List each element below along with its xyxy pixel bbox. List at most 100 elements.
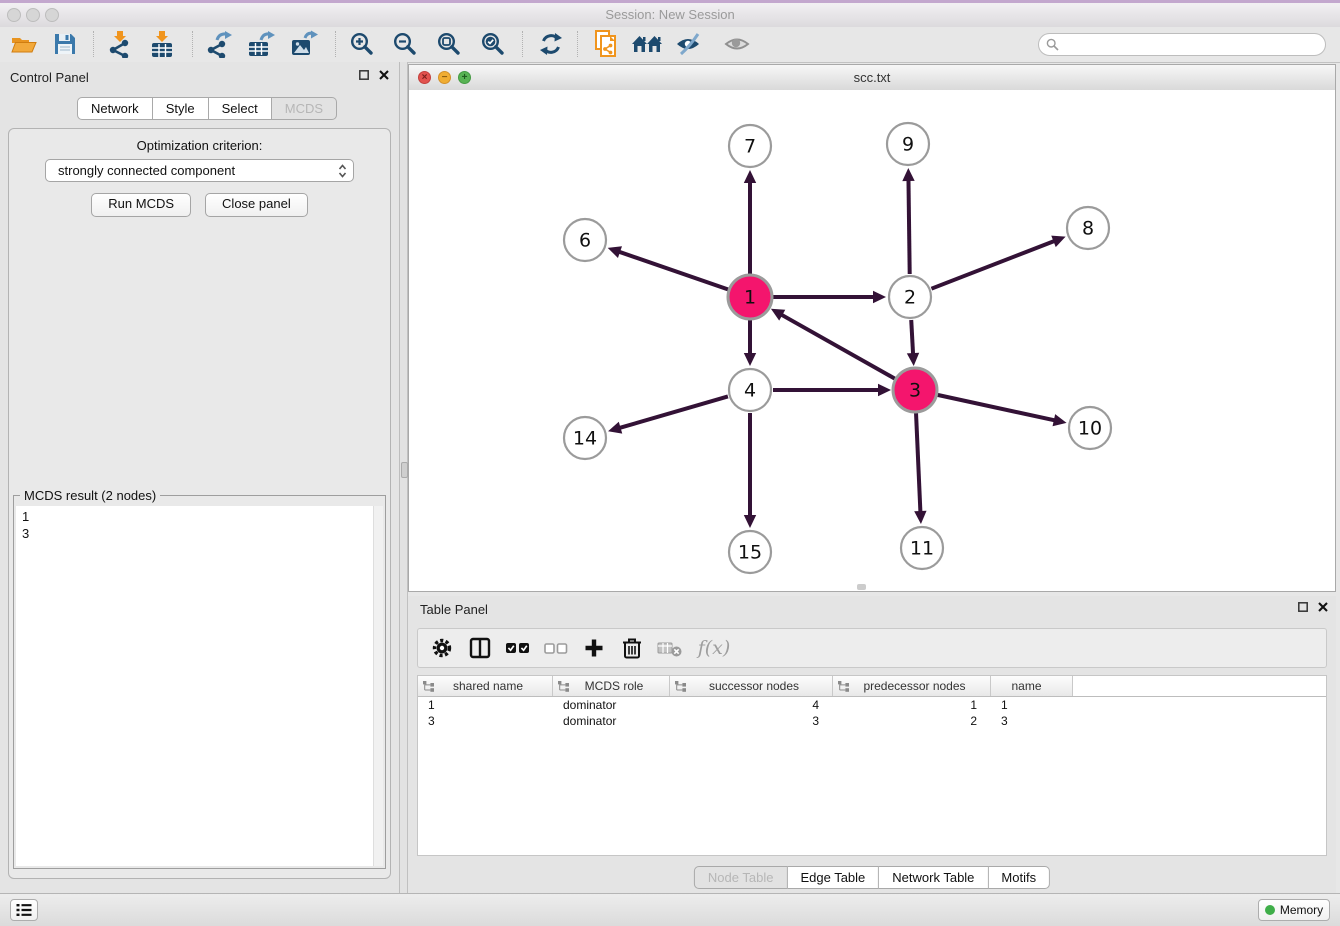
graph-edge-4-14[interactable] <box>619 396 728 428</box>
select-all-button[interactable] <box>504 635 532 661</box>
criterion-dropdown[interactable]: strongly connected component <box>45 159 354 182</box>
create-column-button[interactable] <box>580 635 608 661</box>
graph-node-15[interactable]: 15 <box>729 531 771 573</box>
graph-node-3[interactable]: 3 <box>893 368 937 412</box>
search-field[interactable] <box>1038 33 1326 56</box>
task-list-icon <box>16 903 32 917</box>
network-window-titlebar: × − + scc.txt <box>409 65 1335 91</box>
table-row[interactable]: 1dominator411 <box>418 697 1326 713</box>
tab-network-table[interactable]: Network Table <box>879 866 988 889</box>
graph-node-1[interactable]: 1 <box>728 275 772 319</box>
graph-node-label: 15 <box>738 542 762 564</box>
result-scrollbar[interactable] <box>373 506 383 866</box>
column-header-shared-name[interactable]: shared name <box>418 676 553 696</box>
graph-edge-arrowhead <box>907 353 919 366</box>
refresh-button[interactable] <box>533 29 569 59</box>
splitter-handle[interactable] <box>401 462 408 478</box>
zoom-out-button[interactable] <box>387 29 423 59</box>
open-session-button[interactable] <box>5 29 41 59</box>
graph-edge-3-10[interactable] <box>937 395 1055 421</box>
graph-edge-1-6[interactable] <box>618 251 728 289</box>
graph-node-9[interactable]: 9 <box>887 123 929 165</box>
table-row[interactable]: 3dominator323 <box>418 713 1326 729</box>
network-canvas[interactable]: 1 2 3 4 6 7 8 9 10 11 14 15 <box>409 90 1335 591</box>
table-panel: Table Panel <box>408 596 1336 893</box>
export-network-icon <box>205 30 233 58</box>
graph-node-4[interactable]: 4 <box>729 369 771 411</box>
column-header-MCDS-role[interactable]: MCDS role <box>553 676 670 696</box>
zoom-fit-button[interactable] <box>431 29 467 59</box>
export-image-button[interactable] <box>286 29 322 59</box>
tab-motifs[interactable]: Motifs <box>988 866 1050 889</box>
run-mcds-button[interactable]: Run MCDS <box>91 193 191 217</box>
mcds-result-textarea[interactable]: 1 3 <box>16 506 383 866</box>
column-label: successor nodes <box>686 679 832 693</box>
float-panel-icon[interactable] <box>1298 602 1308 612</box>
graph-edge-arrowhead <box>873 291 886 303</box>
graph-node-8[interactable]: 8 <box>1067 207 1109 249</box>
first-neighbors-button[interactable] <box>630 29 666 59</box>
table-cell: dominator <box>553 698 670 712</box>
close-panel-icon[interactable] <box>379 70 389 80</box>
graph-node-label: 7 <box>744 136 756 158</box>
eye-icon <box>723 32 751 56</box>
import-network-button[interactable] <box>102 29 138 59</box>
graph-node-14[interactable]: 14 <box>564 417 606 459</box>
table-header-row: shared name MCDS role successor nodesprede… <box>418 676 1326 697</box>
network-hscroll-thumb[interactable] <box>857 584 866 590</box>
graph-node-2[interactable]: 2 <box>889 276 931 318</box>
tab-mcds[interactable]: MCDS <box>272 97 337 120</box>
deselect-all-button[interactable] <box>542 635 570 661</box>
graph-edge-arrowhead <box>744 515 756 528</box>
graph-node-7[interactable]: 7 <box>729 125 771 167</box>
float-panel-icon[interactable] <box>359 70 369 80</box>
graph-node-label: 2 <box>904 287 916 309</box>
close-panel-button[interactable]: Close panel <box>205 193 308 217</box>
memory-status-dot <box>1265 905 1275 915</box>
column-label: MCDS role <box>569 679 669 693</box>
graph-edge-arrowhead <box>608 422 622 434</box>
column-header-predecessor-nodes[interactable]: predecessor nodes <box>833 676 991 696</box>
optimization-criterion-label: Optimization criterion: <box>9 138 390 153</box>
close-panel-icon[interactable] <box>1318 602 1328 612</box>
delete-column-button[interactable] <box>618 635 646 661</box>
new-network-from-file-button[interactable] <box>588 29 624 59</box>
graph-edge-3-11[interactable] <box>916 413 920 513</box>
tab-select[interactable]: Select <box>209 97 272 120</box>
tab-node-table[interactable]: Node Table <box>694 866 788 889</box>
delete-table-button[interactable] <box>656 635 684 661</box>
graph-node-10[interactable]: 10 <box>1069 407 1111 449</box>
graph-node-6[interactable]: 6 <box>564 219 606 261</box>
search-input[interactable] <box>1063 37 1325 53</box>
graph-edge-2-9[interactable] <box>908 179 909 274</box>
column-header-successor-nodes[interactable]: successor nodes <box>670 676 833 696</box>
toolbar-divider <box>93 31 94 57</box>
tab-edge-table[interactable]: Edge Table <box>787 866 879 889</box>
graph-edge-2-8[interactable] <box>931 241 1055 289</box>
table-settings-button[interactable] <box>428 635 456 661</box>
import-table-button[interactable] <box>144 29 180 59</box>
column-header-name[interactable]: name <box>991 676 1073 696</box>
export-network-button[interactable] <box>201 29 237 59</box>
node-table[interactable]: shared name MCDS role successor nodesprede… <box>417 675 1327 856</box>
zoom-selected-button[interactable] <box>475 29 511 59</box>
tab-style[interactable]: Style <box>153 97 209 120</box>
graph-edge-2-3[interactable] <box>911 320 913 355</box>
criterion-value: strongly connected component <box>58 163 235 178</box>
tab-network[interactable]: Network <box>77 97 153 120</box>
network-graph[interactable]: 1 2 3 4 6 7 8 9 10 11 14 15 <box>409 90 1335 591</box>
delete-table-icon <box>656 635 684 661</box>
show-column-button[interactable] <box>466 635 494 661</box>
hide-details-button[interactable] <box>671 29 707 59</box>
memory-button[interactable]: Memory <box>1258 899 1330 921</box>
function-builder-button[interactable]: f(x) <box>694 637 734 659</box>
export-table-button[interactable] <box>243 29 279 59</box>
graph-node-label: 14 <box>573 428 597 450</box>
zoom-in-button[interactable] <box>344 29 380 59</box>
panel-splitter[interactable] <box>400 62 408 893</box>
save-session-button[interactable] <box>47 29 83 59</box>
show-details-button[interactable] <box>719 29 755 59</box>
graph-node-11[interactable]: 11 <box>901 527 943 569</box>
task-history-button[interactable] <box>10 899 38 921</box>
graph-edge-3-1[interactable] <box>780 314 894 379</box>
